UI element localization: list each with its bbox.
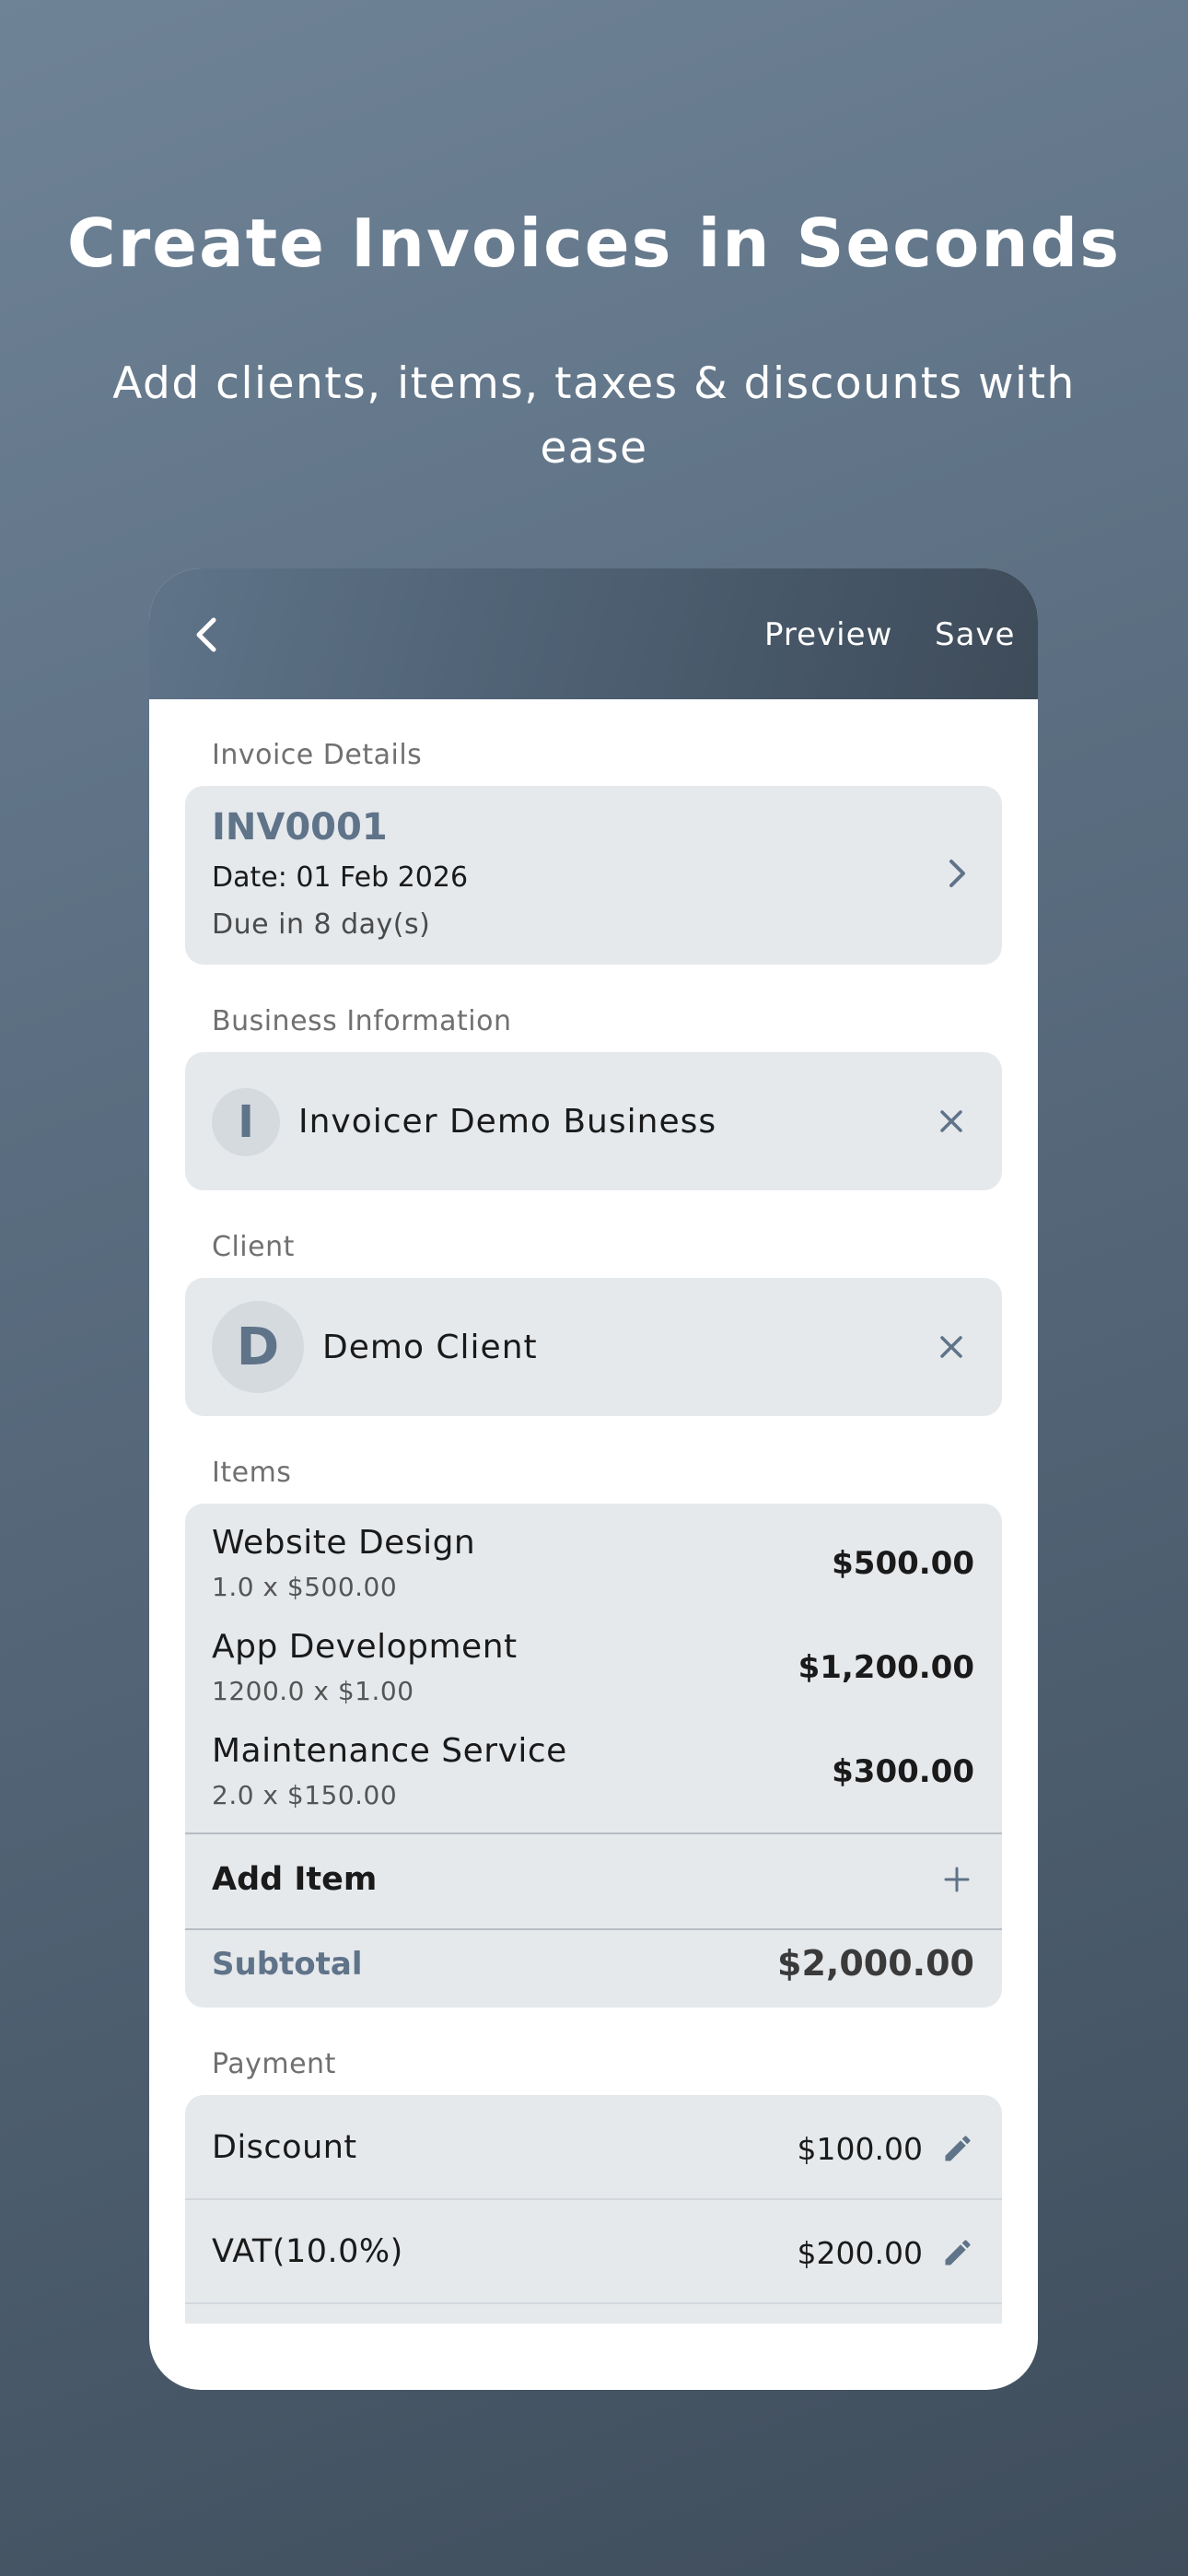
section-label-client: Client: [212, 1231, 295, 1263]
item-name: App Development: [212, 1628, 518, 1666]
section-label-items: Items: [212, 1457, 292, 1489]
section-label-payment: Payment: [212, 2048, 336, 2080]
app-bar: Preview Save: [149, 568, 1038, 699]
client-name: Demo Client: [322, 1329, 538, 1366]
business-avatar: I: [212, 1088, 280, 1156]
close-icon[interactable]: [938, 1107, 965, 1135]
payment-card: Discount $100.00 VAT(10.0%) $200.00: [185, 2095, 1002, 2324]
invoice-number: INV0001: [212, 806, 388, 849]
divider: [185, 1832, 1002, 1834]
subtotal-value: $2,000.00: [777, 1943, 974, 1984]
items-card: Website Design 1.0 x $500.00 $500.00 App…: [185, 1504, 1002, 2008]
item-name: Maintenance Service: [212, 1732, 567, 1770]
close-icon[interactable]: [938, 1333, 965, 1361]
phone-frame: Preview Save Invoice Details INV0001 Dat…: [149, 568, 1038, 2390]
item-detail: 1200.0 x $1.00: [212, 1676, 414, 1706]
payment-value: $100.00: [797, 2131, 923, 2167]
invoice-date: Date: 01 Feb 2026: [212, 861, 469, 894]
item-amount: $1,200.00: [798, 1649, 974, 1686]
subtotal-label: Subtotal: [212, 1946, 363, 1983]
pencil-icon[interactable]: [941, 2132, 974, 2165]
chevron-right-icon: [949, 860, 965, 887]
payment-label: VAT(10.0%): [212, 2233, 403, 2270]
client-avatar: D: [212, 1301, 304, 1393]
business-name: Invoicer Demo Business: [298, 1103, 717, 1141]
payment-label: Discount: [212, 2129, 357, 2166]
divider: [185, 1928, 1002, 1930]
item-amount: $300.00: [832, 1753, 974, 1790]
section-label-invoice-details: Invoice Details: [212, 739, 423, 771]
divider: [185, 2302, 1002, 2304]
item-amount: $500.00: [832, 1545, 974, 1582]
invoice-due: Due in 8 day(s): [212, 908, 431, 941]
save-button[interactable]: Save: [935, 616, 1015, 653]
invoice-details-card[interactable]: INV0001 Date: 01 Feb 2026 Due in 8 day(s…: [185, 786, 1002, 965]
preview-button[interactable]: Preview: [764, 616, 892, 653]
pencil-icon[interactable]: [941, 2236, 974, 2269]
payment-value: $200.00: [797, 2235, 923, 2271]
section-label-business: Business Information: [212, 1005, 512, 1037]
chevron-left-icon[interactable]: [188, 615, 228, 655]
plus-icon: [944, 1867, 970, 1892]
client-card[interactable]: D Demo Client: [185, 1278, 1002, 1416]
add-item-label: Add Item: [212, 1861, 378, 1898]
divider: [185, 2198, 1002, 2200]
hero-title: Create Invoices in Seconds: [66, 205, 1122, 282]
business-card[interactable]: I Invoicer Demo Business: [185, 1052, 1002, 1190]
item-detail: 1.0 x $500.00: [212, 1572, 398, 1602]
item-detail: 2.0 x $150.00: [212, 1780, 398, 1810]
item-name: Website Design: [212, 1524, 476, 1562]
hero-subtitle: Add clients, items, taxes & discounts wi…: [112, 358, 1076, 474]
